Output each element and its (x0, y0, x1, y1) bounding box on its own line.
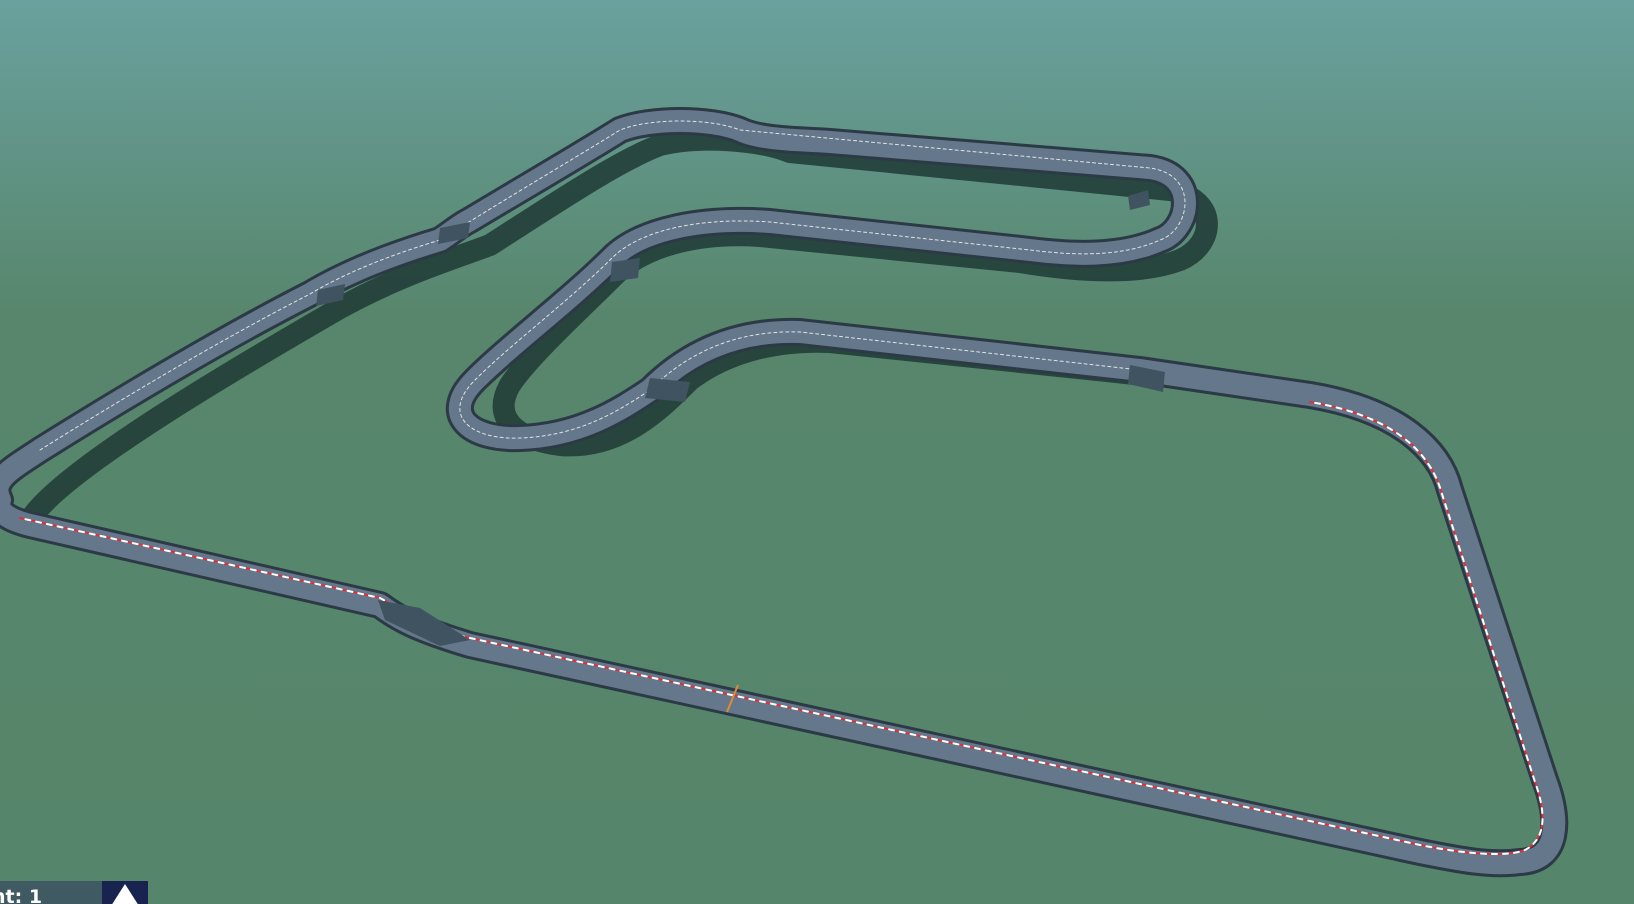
chevron-up-icon (111, 884, 139, 904)
hud-label: ht: 1 (0, 881, 102, 904)
game-viewport[interactable]: ht: 1 (0, 0, 1634, 904)
hud-toggle-button[interactable] (102, 881, 148, 904)
race-track-scene[interactable] (0, 0, 1634, 904)
hud-panel: ht: 1 (0, 881, 148, 904)
